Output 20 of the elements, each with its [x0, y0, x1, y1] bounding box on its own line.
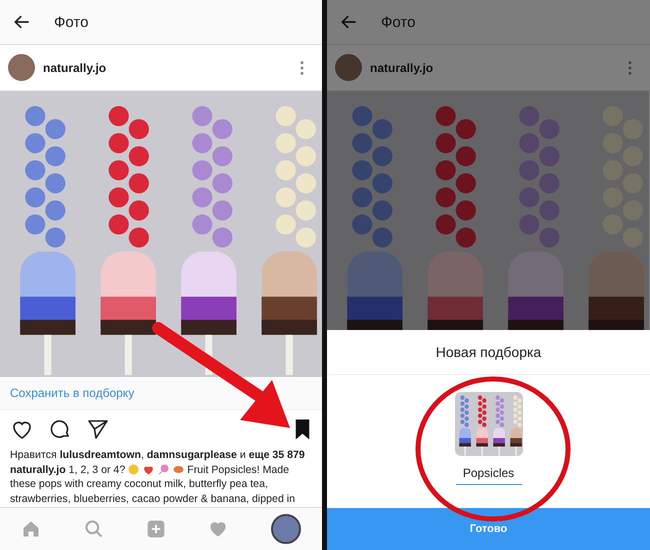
done-button[interactable]: Готово	[327, 508, 650, 550]
popsicles-photo-drawing	[454, 392, 522, 456]
likes-text: Нравится lulusdreamtown, damnsugarplease и еще 35 879	[10, 448, 305, 462]
username[interactable]: naturally.jo	[370, 60, 620, 74]
screen-title: Фото	[381, 14, 416, 30]
sheet-title: Новая подборка	[327, 330, 650, 375]
caption-text: Fruit Popsicles! Made	[187, 462, 290, 477]
caption-text: naturally.jo 1, 2, 3 or 4?	[10, 462, 126, 477]
avatar[interactable]	[335, 54, 362, 81]
more-options-icon[interactable]	[628, 60, 632, 76]
avatar[interactable]	[8, 54, 35, 81]
username[interactable]: naturally.jo	[43, 60, 292, 74]
lollipop-emoji-icon	[158, 464, 170, 476]
save-to-collection-link[interactable]: Сохранить в подборку	[10, 386, 134, 400]
screen-title: Фото	[54, 14, 88, 30]
profile-avatar[interactable]	[270, 514, 301, 544]
more-options-icon[interactable]	[300, 60, 304, 76]
bookmark-icon[interactable]	[295, 419, 310, 439]
caption-text: these pops with creamy coconut milk, butterfly pea tea, strawberries, blueberries, cacao powder & banana, dipped in	[10, 477, 296, 506]
share-send-icon[interactable]	[86, 417, 110, 441]
